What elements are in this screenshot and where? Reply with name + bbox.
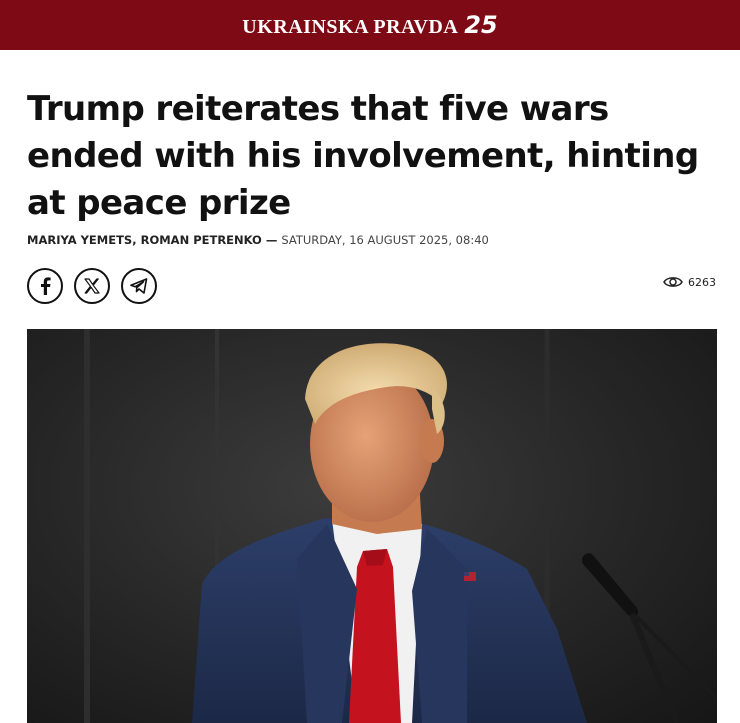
x-icon [84,278,100,294]
hero-image [27,329,717,723]
site-header: UKRAINSKA PRAVDA 25 [0,0,740,50]
view-counter: 6263 [663,275,716,289]
share-buttons [27,268,157,304]
share-telegram-button[interactable] [121,268,157,304]
site-logo[interactable]: UKRAINSKA PRAVDA 25 [242,11,497,39]
facebook-icon [41,277,51,295]
hero-photo-illustration [84,329,717,723]
article-headline: Trump reiterates that five wars ended wi… [27,89,699,223]
share-facebook-button[interactable] [27,268,63,304]
view-count: 6263 [688,275,716,289]
author-names[interactable]: MARIYA YEMETS, ROMAN PETRENKO — [27,233,277,247]
byline: MARIYA YEMETS, ROMAN PETRENKO — SATURDAY… [27,233,489,247]
share-x-button[interactable] [74,268,110,304]
brand-anniversary-number: 25 [464,11,498,39]
brand-name: UKRAINSKA PRAVDA [242,16,459,38]
publish-date: SATURDAY, 16 AUGUST 2025, 08:40 [281,233,489,247]
telegram-icon [130,278,148,294]
eye-icon [663,277,683,287]
